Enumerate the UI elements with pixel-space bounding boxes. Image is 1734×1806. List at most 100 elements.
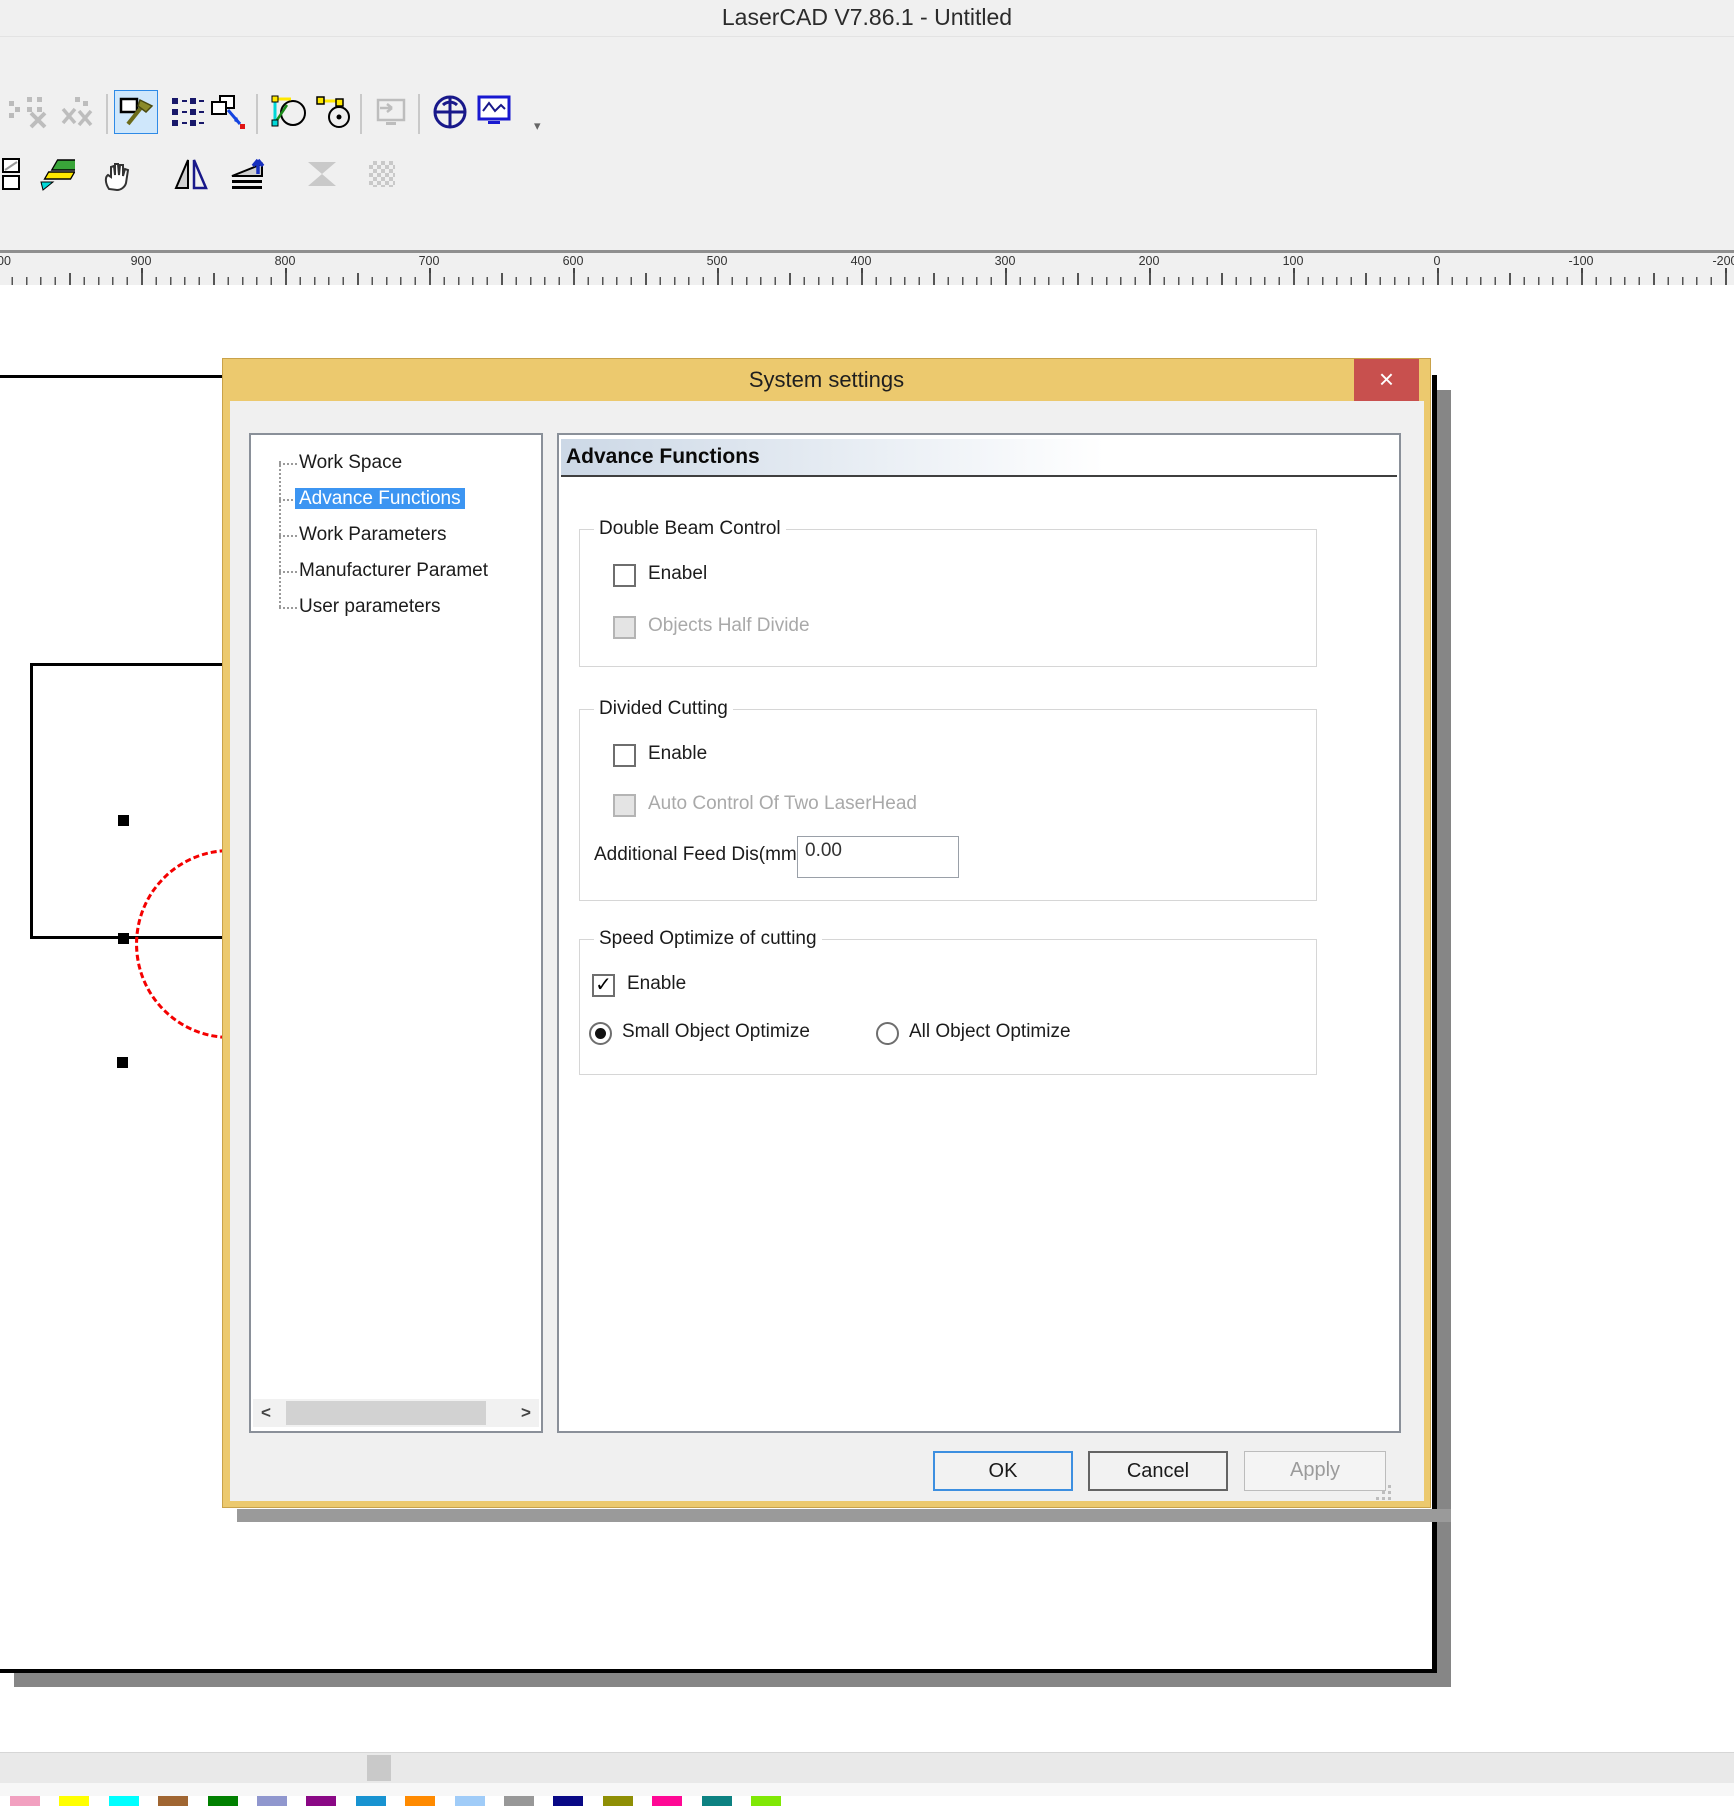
divided-cutting-group: Divided Cutting Enable Auto Control Of T… — [579, 709, 1317, 901]
auto-control-label: Auto Control Of Two LaserHead — [648, 793, 917, 815]
dialog-shadow — [237, 1509, 1451, 1522]
divided-enable-checkbox[interactable] — [613, 744, 636, 767]
palette-color-swatch[interactable] — [59, 1796, 89, 1806]
ruler-label: -200 — [1712, 254, 1734, 268]
node-edit-icon[interactable] — [266, 90, 310, 134]
laser-position-wheel-icon[interactable] — [428, 90, 472, 134]
scroll-left-icon[interactable]: < — [253, 1399, 279, 1427]
tree-item-user-parameters[interactable]: User parameters — [251, 591, 541, 625]
panel-header: Advance Functions — [561, 439, 1397, 477]
palette-color-swatch[interactable] — [751, 1796, 781, 1806]
selection-handle[interactable] — [118, 815, 129, 826]
palette-color-swatch[interactable] — [356, 1796, 386, 1806]
ruler-label: 200 — [1139, 254, 1160, 268]
canvas-scrollbar-thumb[interactable] — [367, 1755, 391, 1781]
objects-half-divide-label: Objects Half Divide — [648, 615, 810, 637]
preview-monitor-icon[interactable] — [472, 90, 516, 134]
mirror-vertical-icon[interactable] — [226, 152, 270, 196]
invert-disabled-icon[interactable] — [300, 152, 344, 196]
canvas-horizontal-scrollbar[interactable] — [0, 1752, 1734, 1784]
palette-color-swatch[interactable] — [405, 1796, 435, 1806]
enabel-checkbox[interactable] — [613, 564, 636, 587]
dialog-body: Work Space Advance Functions Work Parame… — [230, 401, 1424, 1501]
sheet-partial-icon[interactable] — [0, 152, 26, 196]
palette-color-swatch[interactable] — [702, 1796, 732, 1806]
palette-color-swatch[interactable] — [306, 1796, 336, 1806]
horizontal-ruler: 10009008007006005004003002001000-100-200 — [0, 250, 1734, 285]
object-list-icon[interactable] — [164, 90, 208, 134]
window-title: LaserCAD V7.86.1 - Untitled — [722, 4, 1012, 30]
palette-color-swatch[interactable] — [109, 1796, 139, 1806]
toolbar-separator — [256, 94, 258, 134]
rotate-center-icon[interactable] — [310, 90, 354, 134]
palette-color-swatch[interactable] — [10, 1796, 40, 1806]
download-to-machine-disabled-icon[interactable] — [368, 90, 412, 134]
scroll-right-icon[interactable]: > — [513, 1399, 539, 1427]
palette-color-swatch[interactable] — [652, 1796, 682, 1806]
clone-move-icon[interactable] — [206, 90, 250, 134]
palette-color-swatch[interactable] — [257, 1796, 287, 1806]
fill-pattern-disabled-icon[interactable] — [360, 152, 404, 196]
palette-color-swatch[interactable] — [455, 1796, 485, 1806]
divided-enable-label: Enable — [648, 743, 707, 765]
speed-optimize-group: Speed Optimize of cutting ✓ Enable Small… — [579, 939, 1317, 1075]
ruler-label: -100 — [1568, 254, 1593, 268]
ruler-label: 800 — [275, 254, 296, 268]
checker-pattern — [369, 161, 395, 187]
additional-feed-input[interactable]: 0.00 — [797, 836, 959, 878]
edit-pick-tool-icon[interactable] — [114, 90, 158, 134]
page-shadow-bottom — [14, 1673, 1451, 1687]
small-object-optimize-label: Small Object Optimize — [622, 1021, 810, 1043]
ruler-label: 400 — [851, 254, 872, 268]
ruler-label: 600 — [563, 254, 584, 268]
all-object-optimize-radio[interactable] — [876, 1022, 899, 1045]
tree-item-manufacturer-parameters[interactable]: Manufacturer Paramet — [251, 555, 541, 589]
color-palette — [0, 1796, 1734, 1806]
dialog-titlebar[interactable]: System settings — [223, 359, 1430, 401]
system-settings-dialog: System settings × Work Space Advance Fun… — [222, 358, 1431, 1508]
palette-color-swatch[interactable] — [208, 1796, 238, 1806]
page-top-border — [0, 375, 222, 378]
tree-item-advance-functions[interactable]: Advance Functions — [251, 483, 541, 517]
scrollbar-thumb[interactable] — [286, 1401, 486, 1425]
speed-enable-label: Enable — [627, 973, 686, 995]
additional-feed-label: Additional Feed Dis(mm): — [594, 844, 808, 866]
more-tools-dropdown-icon[interactable]: ▾ — [534, 118, 541, 134]
ruler-label: 1000 — [0, 254, 11, 268]
resize-grip[interactable] — [1376, 1485, 1392, 1501]
toolbar-separator — [106, 94, 108, 134]
palette-color-swatch[interactable] — [603, 1796, 633, 1806]
break-node-disabled-icon[interactable] — [56, 90, 100, 134]
app-window: LaserCAD V7.86.1 - Untitled ▾ — [0, 0, 1734, 1806]
advance-functions-panel: Advance Functions Double Beam Control En… — [557, 433, 1401, 1433]
top-chrome — [0, 0, 1734, 250]
remove-node-disabled-icon[interactable] — [16, 90, 60, 134]
tree-horizontal-scrollbar[interactable]: < > — [253, 1399, 539, 1427]
enabel-label: Enabel — [648, 563, 707, 585]
palette-color-swatch[interactable] — [504, 1796, 534, 1806]
tree-item-work-parameters[interactable]: Work Parameters — [251, 519, 541, 553]
palette-color-swatch[interactable] — [158, 1796, 188, 1806]
ruler-label: 100 — [1283, 254, 1304, 268]
page-shadow-right — [1437, 390, 1451, 1687]
cancel-button[interactable]: Cancel — [1088, 1451, 1228, 1491]
window-titlebar[interactable]: LaserCAD V7.86.1 - Untitled — [0, 0, 1734, 37]
toolbar-separator — [418, 94, 420, 134]
mirror-horizontal-icon[interactable] — [170, 152, 214, 196]
palette-color-swatch[interactable] — [553, 1796, 583, 1806]
ok-button[interactable]: OK — [933, 1451, 1073, 1491]
speed-enable-checkbox[interactable]: ✓ — [592, 974, 615, 997]
double-beam-control-group: Double Beam Control Enabel Objects Half … — [579, 529, 1317, 667]
selection-handle[interactable] — [118, 933, 129, 944]
ruler-label: 300 — [995, 254, 1016, 268]
array-copy-icon[interactable] — [33, 152, 77, 196]
toolbar-separator — [360, 94, 362, 134]
selection-handle[interactable] — [117, 1057, 128, 1068]
auto-control-checkbox — [613, 794, 636, 817]
settings-tree-panel: Work Space Advance Functions Work Parame… — [249, 433, 543, 1433]
tree-item-work-space[interactable]: Work Space — [251, 447, 541, 481]
all-object-optimize-label: All Object Optimize — [909, 1021, 1071, 1043]
close-icon[interactable]: × — [1354, 359, 1419, 401]
small-object-optimize-radio[interactable] — [589, 1022, 612, 1045]
pan-hand-icon[interactable] — [96, 152, 140, 196]
